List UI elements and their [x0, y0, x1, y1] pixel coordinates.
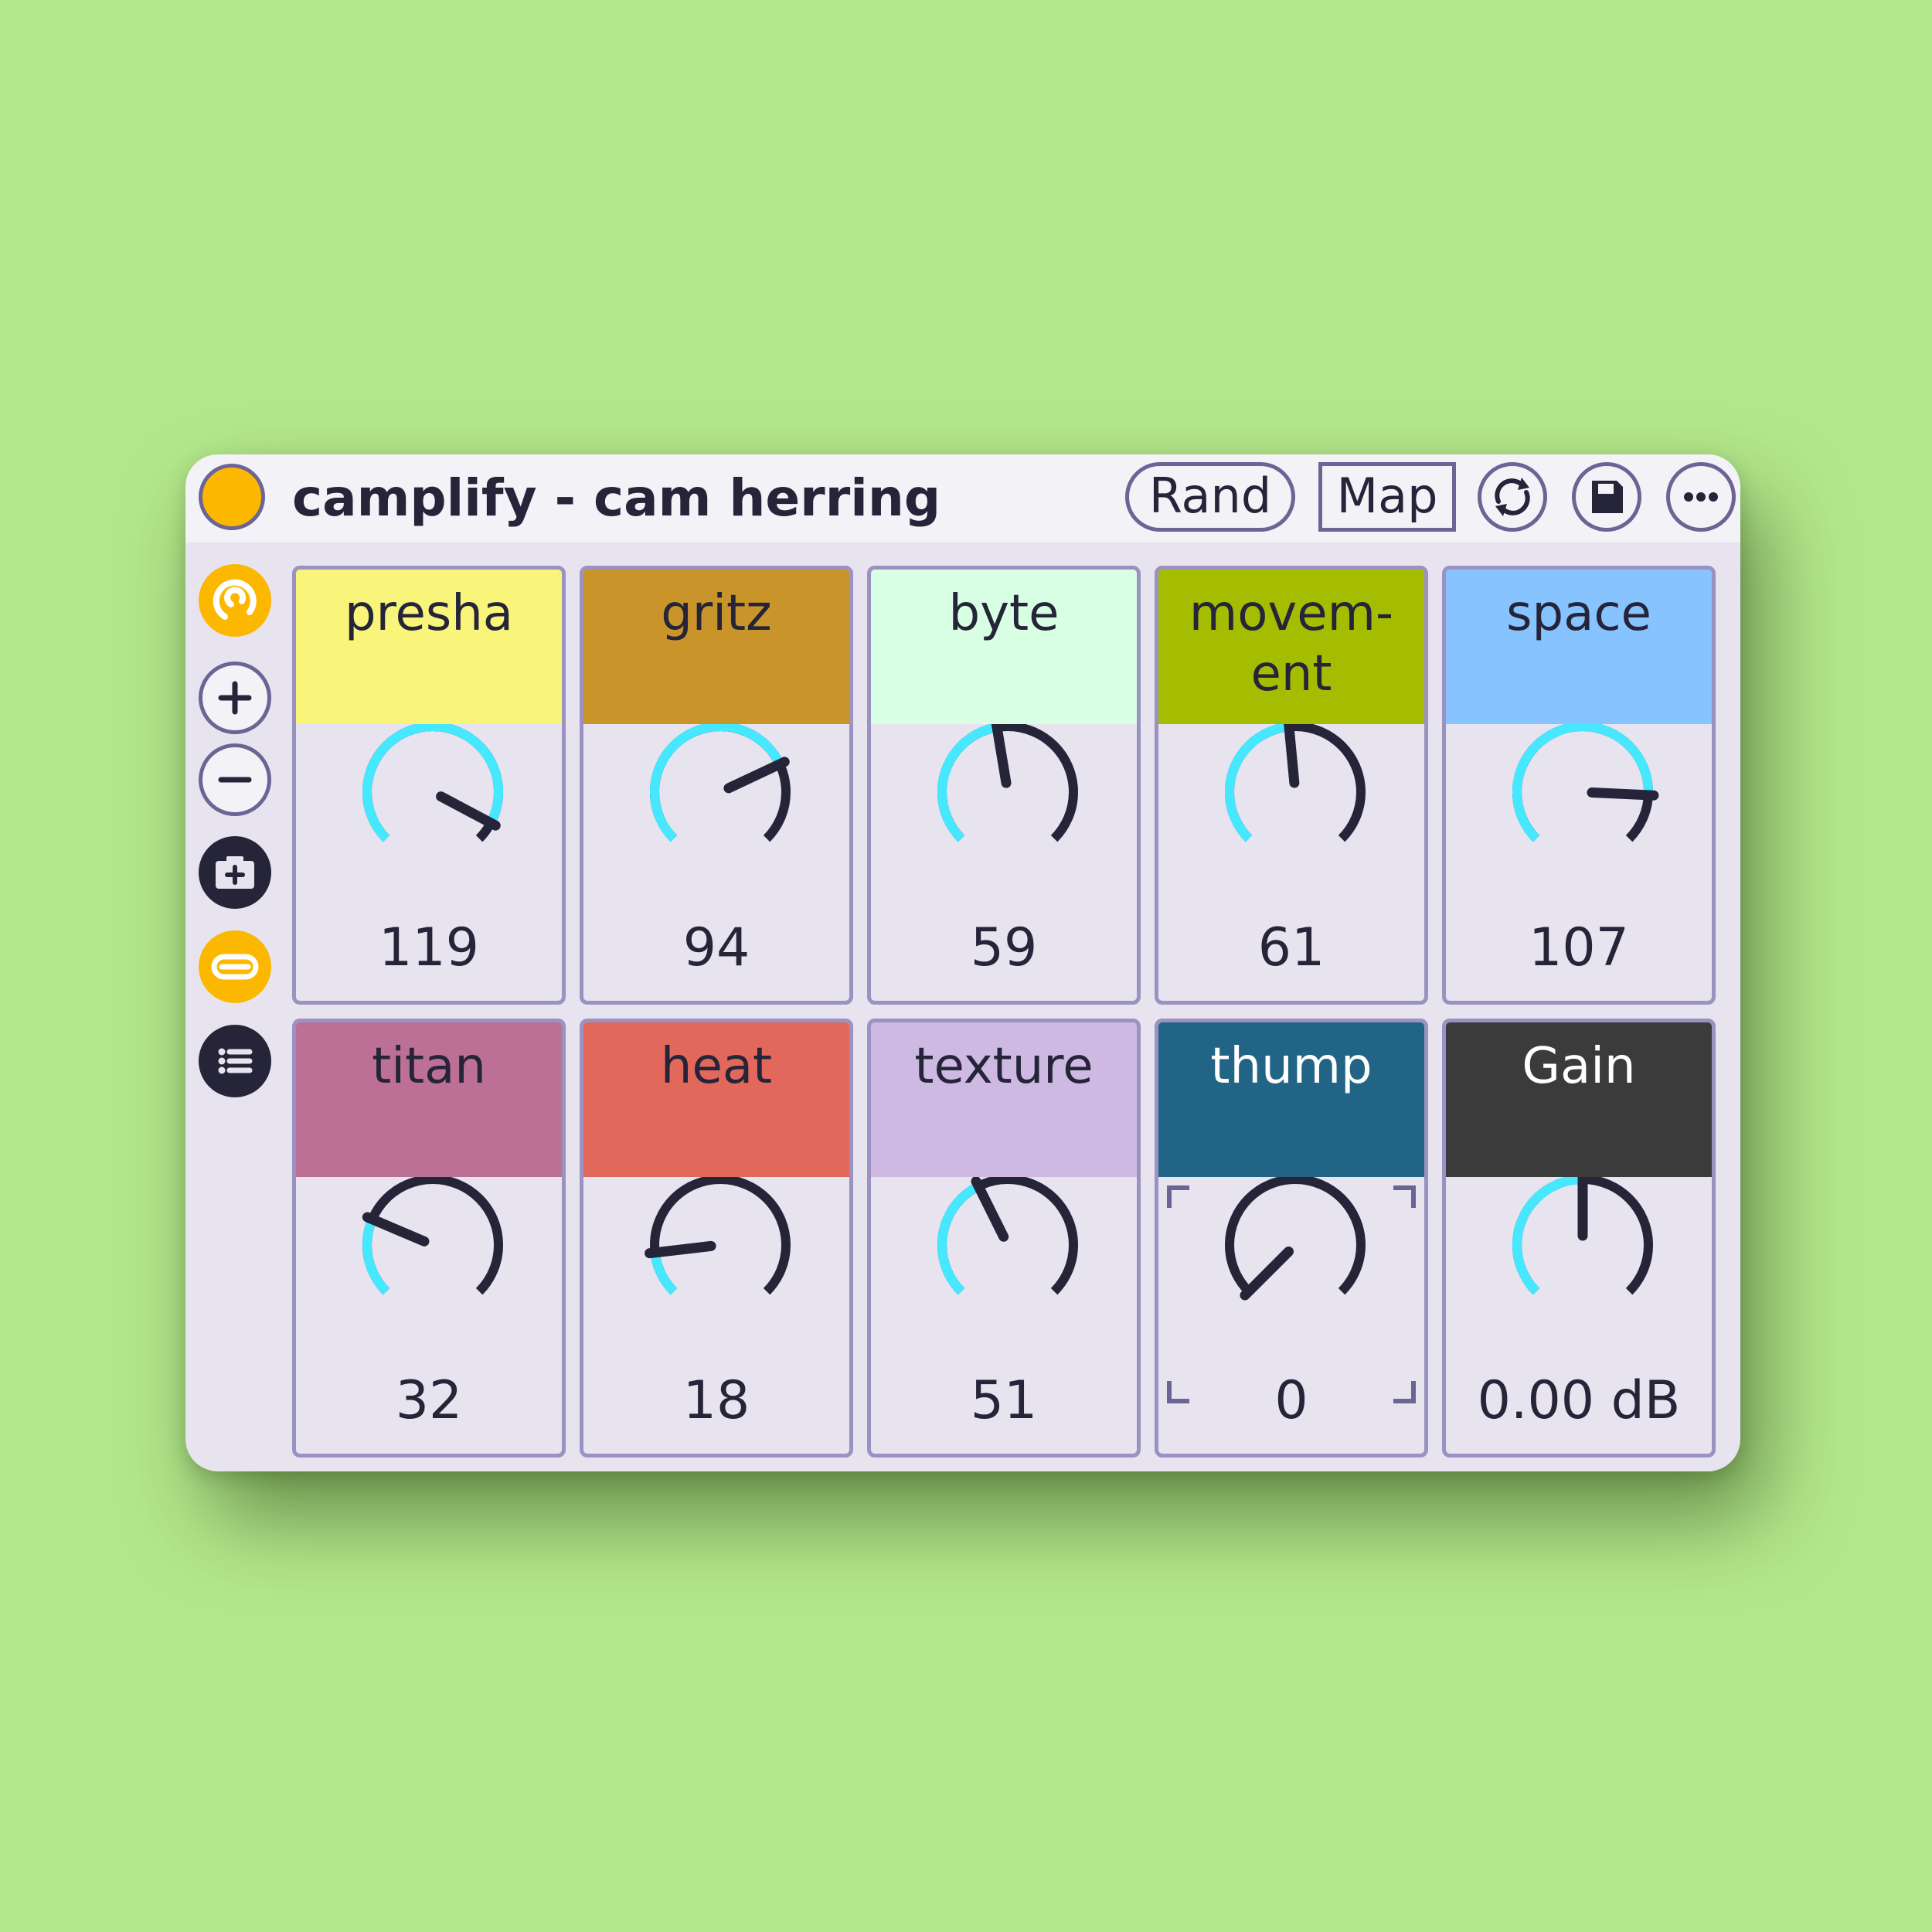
knob-pointer: [645, 1240, 716, 1259]
knob-pointer: [1240, 1246, 1294, 1301]
knob-value: 61: [1257, 917, 1325, 978]
knob-value-arc: [650, 724, 784, 842]
knob[interactable]: [1446, 1177, 1712, 1370]
focus-bracket: [1167, 1185, 1189, 1208]
macro-cell-movement: movem-ent 61: [1155, 566, 1428, 1005]
knob-value-arc: [362, 1217, 390, 1295]
save-icon[interactable]: [1572, 462, 1641, 532]
knob[interactable]: [583, 1177, 849, 1370]
knob-pointer: [723, 757, 790, 794]
knob[interactable]: [871, 724, 1137, 917]
macro-label: titan: [296, 1022, 562, 1177]
zoom-out-icon[interactable]: [199, 743, 271, 816]
macro-label: heat: [583, 1022, 849, 1177]
knob-value: 0.00 dB: [1477, 1370, 1681, 1431]
macro-label: texture: [871, 1022, 1137, 1177]
macro-label: byte: [871, 570, 1137, 724]
knob-value-arc: [1512, 724, 1653, 842]
knob-value-arc: [1225, 724, 1290, 842]
knob-value: 32: [395, 1370, 463, 1431]
knob[interactable]: [1446, 724, 1712, 917]
device-panel: camplify - cam herring Rand Map presha 1…: [185, 454, 1740, 1471]
knob-value-arc: [1512, 1177, 1583, 1295]
map-button[interactable]: Map: [1318, 462, 1456, 532]
macro-label: presha: [296, 570, 562, 724]
knob-value: 18: [682, 1370, 750, 1431]
zoom-in-icon[interactable]: [199, 662, 271, 734]
knob-track: [1225, 1177, 1366, 1295]
macro-label: space: [1446, 570, 1712, 724]
knob-value-arc: [937, 1182, 981, 1295]
power-icon[interactable]: [199, 464, 265, 530]
macro-cell-space: space 107: [1442, 566, 1716, 1005]
sync-icon[interactable]: [1478, 462, 1547, 532]
macro-cell-titan: titan 32: [292, 1019, 566, 1458]
macro-cell-thump: thump 0: [1155, 1019, 1428, 1458]
knob-pointer: [1284, 724, 1300, 788]
macro-label: movem-ent: [1158, 570, 1424, 724]
macro-cell-heat: heat 18: [580, 1019, 853, 1458]
knob[interactable]: [1158, 724, 1424, 917]
macro-label: gritz: [583, 570, 849, 724]
knob-track: [362, 1177, 503, 1295]
knob[interactable]: [871, 1177, 1137, 1370]
macro-cell-byte: byte 59: [867, 566, 1141, 1005]
knob-track: [650, 1177, 791, 1295]
knob-value-arc: [937, 724, 998, 842]
knob-pointer: [971, 1177, 1009, 1242]
title-bar: camplify - cam herring Rand Map: [185, 454, 1740, 543]
snapshot-add-icon[interactable]: [199, 836, 271, 909]
knob-value: 107: [1529, 917, 1629, 978]
list-icon[interactable]: [199, 1025, 271, 1097]
knob-pointer: [991, 724, 1012, 788]
knob-pointer: [1587, 787, 1659, 801]
knob[interactable]: [296, 724, 562, 917]
rand-button[interactable]: Rand: [1125, 462, 1295, 532]
knob-value: 59: [970, 917, 1038, 978]
knob-value: 119: [379, 917, 479, 978]
knob-value: 94: [682, 917, 750, 978]
knob-value: 51: [970, 1370, 1038, 1431]
device-title: camplify - cam herring: [292, 468, 941, 528]
macro-cell-texture: texture 51: [867, 1019, 1141, 1458]
macro-cell-gain: Gain 0.00 dB: [1442, 1019, 1716, 1458]
macro-cell-gritz: gritz 94: [580, 566, 853, 1005]
macro-label: Gain: [1446, 1022, 1712, 1177]
loop-icon[interactable]: [199, 564, 271, 637]
knob[interactable]: [296, 1177, 562, 1370]
knob-value: 0: [1274, 1370, 1308, 1431]
more-icon[interactable]: [1666, 462, 1736, 532]
macro-label: thump: [1158, 1022, 1424, 1177]
macro-cell-presha: presha 119: [292, 566, 566, 1005]
knob[interactable]: [583, 724, 849, 917]
knob-pointer: [436, 791, 501, 831]
focus-bracket: [1393, 1185, 1416, 1208]
collapse-icon[interactable]: [199, 930, 271, 1003]
knob-pointer: [362, 1212, 430, 1247]
macro-grid: presha 119 gritz 94 byte 59 movem-ent 61 space 10…: [292, 566, 1730, 1470]
knob-value-arc: [650, 1251, 678, 1295]
